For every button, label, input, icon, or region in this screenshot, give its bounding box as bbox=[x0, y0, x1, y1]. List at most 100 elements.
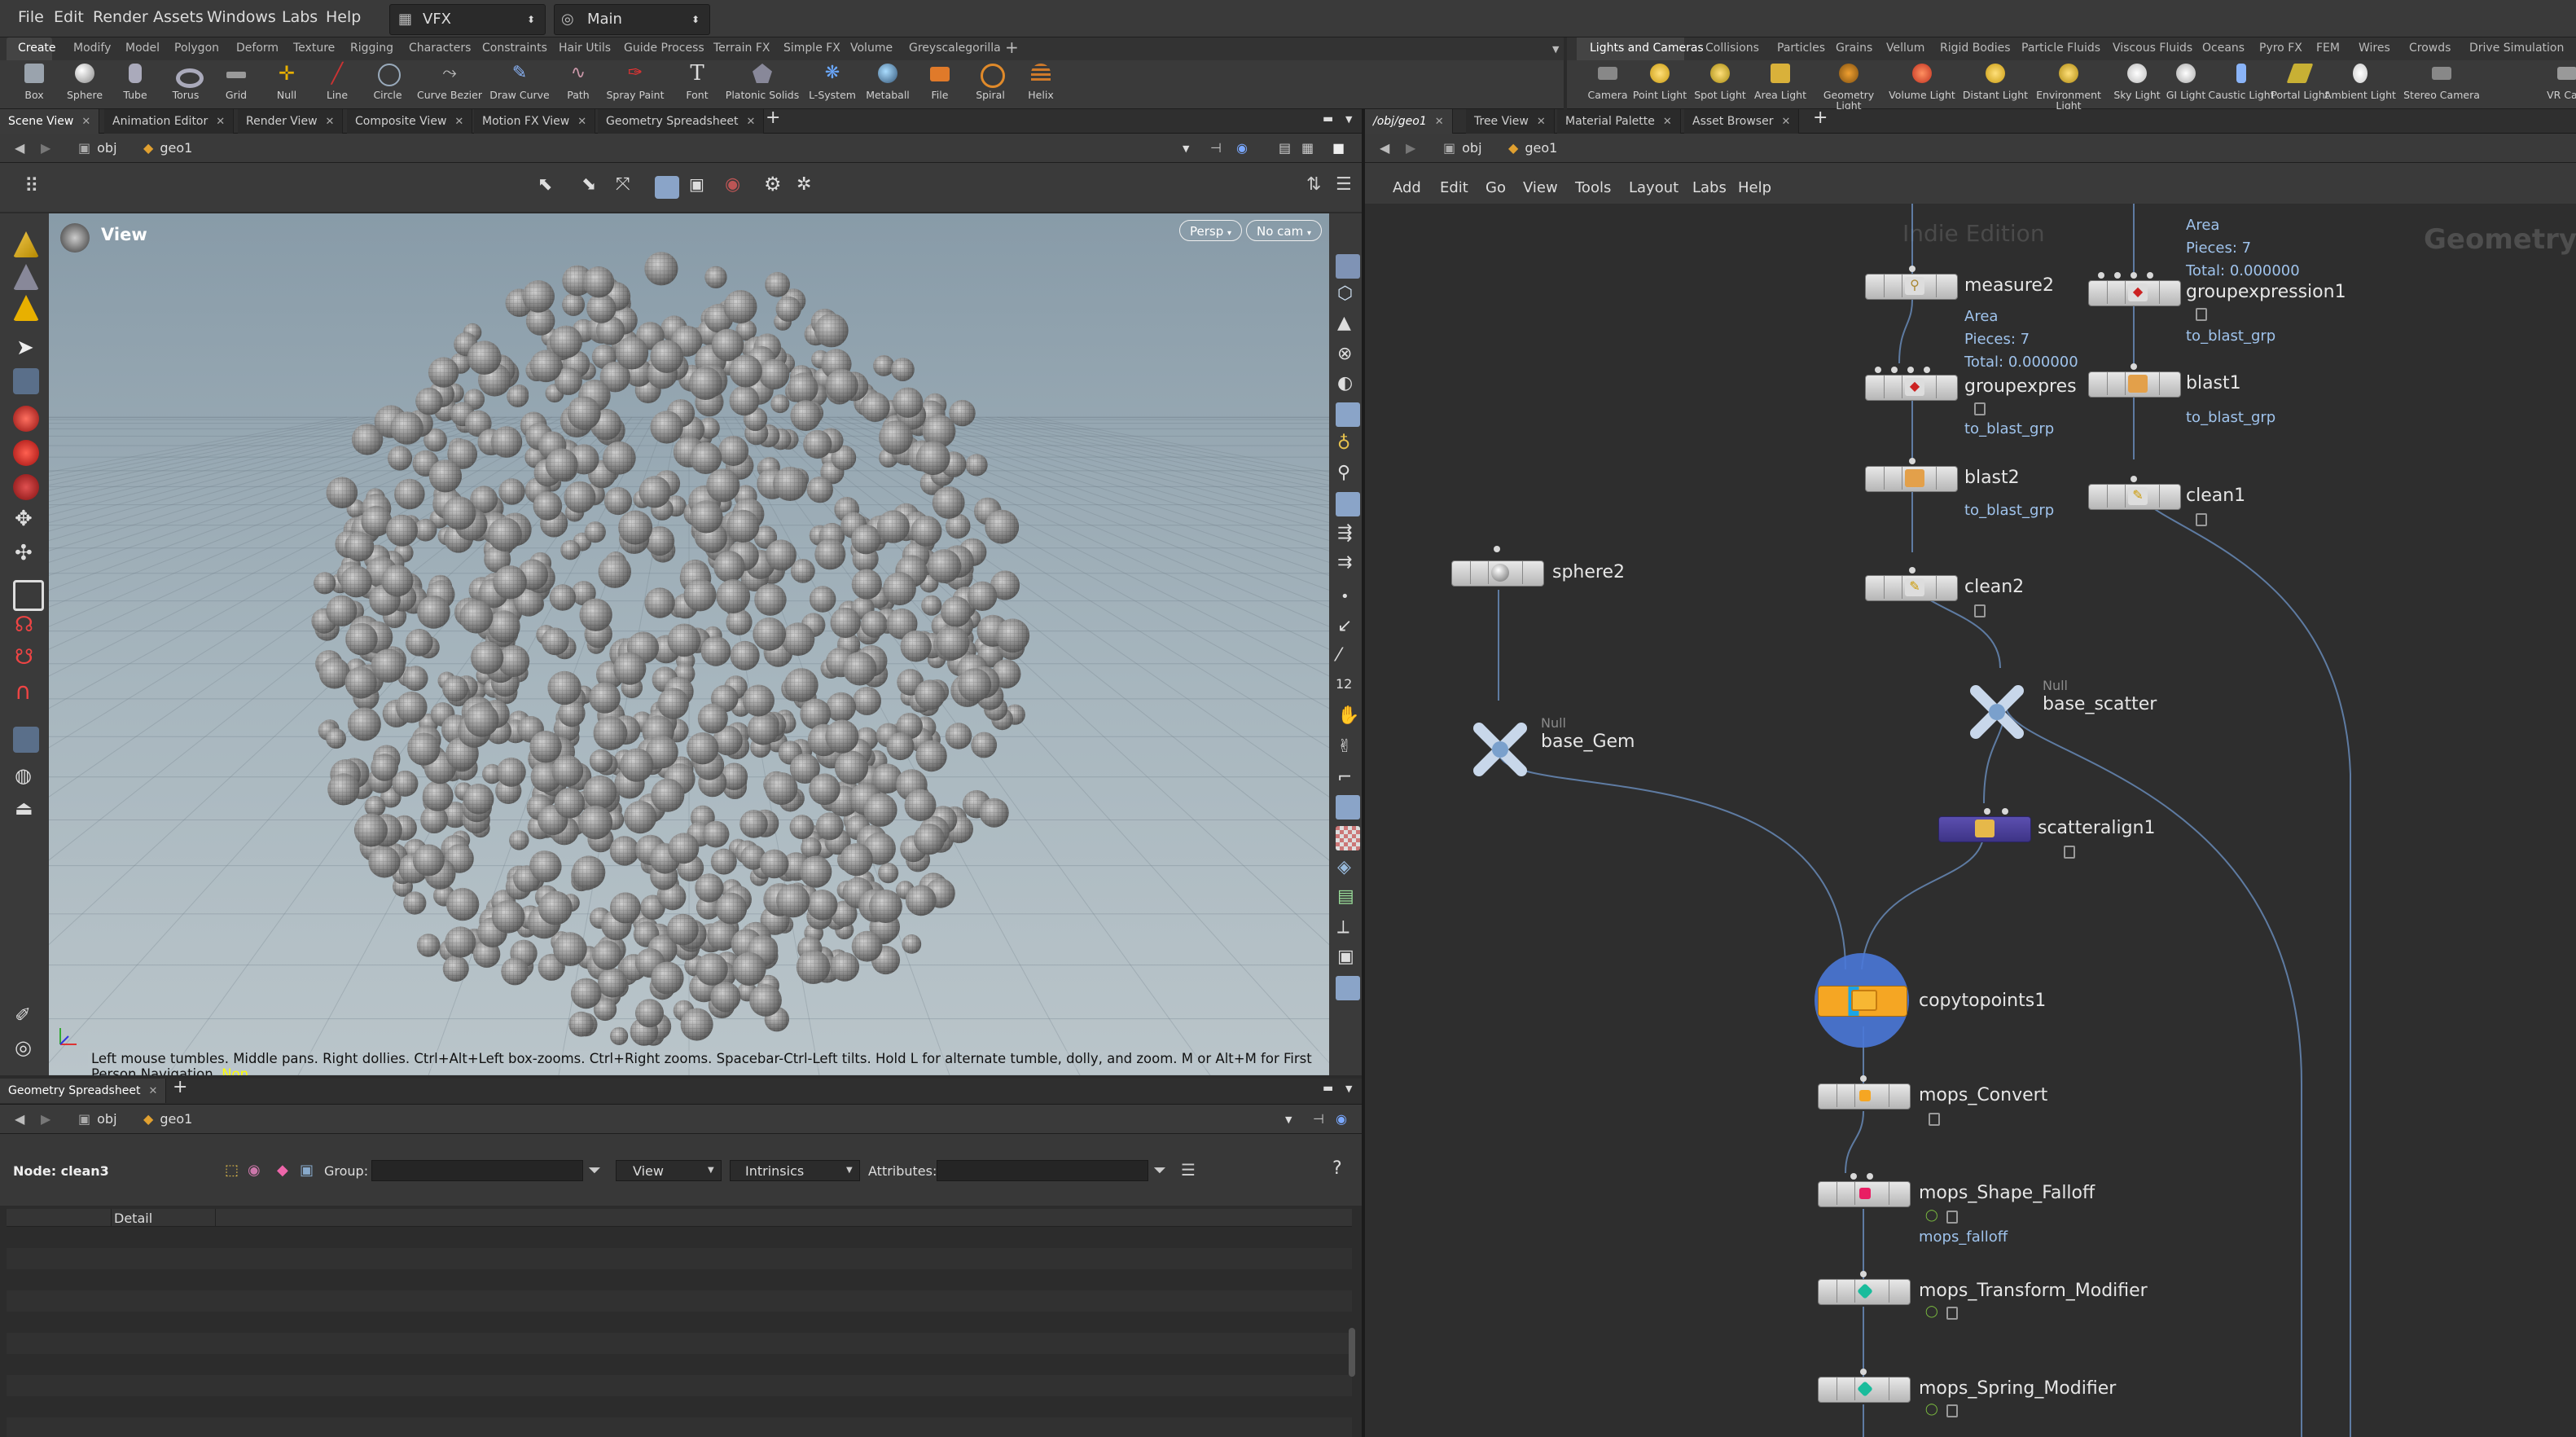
close-icon[interactable]: ✕ bbox=[81, 116, 90, 128]
add-tab-icon[interactable]: + bbox=[173, 1077, 187, 1097]
tool-file[interactable]: File bbox=[917, 60, 963, 109]
select-arrow-icon[interactable]: ➤ bbox=[16, 336, 34, 360]
tab-composite-view[interactable]: Composite View ✕ bbox=[347, 109, 473, 134]
breadcrumb-obj[interactable]: ▣ obj bbox=[78, 140, 117, 158]
columns-icon[interactable]: ☰ bbox=[1181, 1160, 1196, 1180]
view-tool-icon[interactable] bbox=[13, 264, 39, 290]
vertices-icon[interactable]: ◉ bbox=[248, 1162, 261, 1179]
tab-material-palette[interactable]: Material Palette ✕ bbox=[1557, 109, 1681, 134]
primitives-icon[interactable]: ◆ bbox=[277, 1162, 288, 1179]
shelf-tab-rigid-bodies[interactable]: Rigid Bodies bbox=[1940, 42, 2011, 55]
tool-draw-curve[interactable]: ✎ Draw Curve bbox=[489, 60, 550, 109]
light-icon[interactable] bbox=[1336, 402, 1360, 427]
tab-geometry-spreadsheet[interactable]: Geometry Spreadsheet ✕ bbox=[0, 1079, 167, 1103]
shelf-tab-polygon[interactable]: Polygon bbox=[174, 42, 219, 55]
magnet-icon[interactable]: ∩ bbox=[15, 678, 32, 705]
tool-spot-light[interactable]: Spot Light bbox=[1694, 60, 1746, 109]
chevron-down-icon[interactable]: ▼ bbox=[1345, 1083, 1352, 1094]
shelf-tab-lights-cameras[interactable]: Lights and Cameras bbox=[1590, 42, 1704, 55]
node-base-scatter[interactable] bbox=[1964, 679, 2030, 745]
filter-icon[interactable]: ⏷ bbox=[1153, 1160, 1166, 1180]
template-icon[interactable] bbox=[1336, 492, 1360, 516]
add-tab-icon[interactable]: + bbox=[766, 108, 780, 128]
bounding-icon[interactable]: ⌐ bbox=[1337, 767, 1352, 788]
snapshot-icon[interactable]: ▦ bbox=[1301, 140, 1314, 158]
menu-layout[interactable]: Layout bbox=[1629, 179, 1679, 196]
shelf-tab-model[interactable]: Model bbox=[125, 42, 160, 55]
tool-helix[interactable]: Helix bbox=[1018, 60, 1064, 109]
add-tab-icon[interactable]: + bbox=[1813, 108, 1828, 128]
detail-icon[interactable]: ▣ bbox=[300, 1162, 314, 1179]
tool-sphere[interactable]: Sphere bbox=[62, 60, 108, 109]
texture-icon[interactable] bbox=[1336, 826, 1360, 850]
shelf-tab-particle-fluids[interactable]: Particle Fluids bbox=[2021, 42, 2100, 55]
shelf-tab-crowds[interactable]: Crowds bbox=[2409, 42, 2451, 55]
menu-edit[interactable]: Edit bbox=[54, 8, 84, 26]
menu-go[interactable]: Go bbox=[1485, 179, 1506, 196]
menu-assets[interactable]: Assets bbox=[153, 8, 204, 26]
tool-curve-bezier[interactable]: ⤳ Curve Bezier bbox=[417, 60, 482, 109]
point-numbers-icon[interactable]: ✋ bbox=[1337, 705, 1359, 726]
shelf-tab-terrain-fx[interactable]: Terrain FX bbox=[713, 42, 770, 55]
brush-icon[interactable]: ☋ bbox=[15, 645, 33, 670]
shelf-tab-create[interactable]: Create bbox=[18, 42, 56, 55]
tool-stereo-camera[interactable]: Stereo Camera bbox=[2403, 60, 2480, 109]
network-editor[interactable]: Indie Edition Geometry ⚲ measure2 Area P… bbox=[1365, 204, 2576, 1437]
tool-torus[interactable]: Torus bbox=[163, 60, 208, 109]
headlight-icon[interactable]: ⚲ bbox=[1337, 463, 1350, 483]
tool-line[interactable]: ╱ Line bbox=[314, 60, 360, 109]
pin-icon[interactable]: ⊣ bbox=[1313, 1111, 1324, 1129]
tool-tube[interactable]: Tube bbox=[112, 60, 158, 109]
tool-metaball[interactable]: Metaball bbox=[865, 60, 911, 109]
group-input[interactable] bbox=[371, 1160, 583, 1181]
node-blast1[interactable] bbox=[2088, 371, 2181, 398]
menu-render[interactable]: Render bbox=[93, 8, 148, 26]
image-icon[interactable] bbox=[1336, 976, 1360, 1000]
shelf-tab-guide-process[interactable]: Guide Process bbox=[624, 42, 704, 55]
back-arrow-icon[interactable]: ◀ bbox=[15, 1111, 24, 1129]
tab-scene-view[interactable]: Scene View ✕ bbox=[0, 109, 100, 134]
breadcrumb-geo1[interactable]: ◆ geo1 bbox=[1508, 140, 1557, 158]
tool-null[interactable]: ✛ Null bbox=[264, 60, 309, 109]
shading-icon[interactable]: ◐ bbox=[1337, 373, 1353, 393]
maximize-icon[interactable]: ▬ bbox=[1323, 112, 1333, 125]
forward-arrow-icon[interactable]: ▶ bbox=[41, 140, 50, 158]
tool-grid[interactable]: Grid bbox=[213, 60, 259, 109]
node-measure2[interactable]: ⚲ bbox=[1865, 274, 1958, 300]
filter-icon[interactable]: ⏷ bbox=[588, 1160, 601, 1180]
tab-tree-view[interactable]: Tree View ✕ bbox=[1466, 109, 1555, 134]
pose-tool-icon[interactable] bbox=[13, 295, 39, 321]
tool-gi-light[interactable]: GI Light bbox=[2163, 60, 2209, 109]
forward-arrow-icon[interactable]: ▶ bbox=[41, 1111, 50, 1129]
persp-menu[interactable]: Persp ▾ bbox=[1179, 220, 1243, 241]
tool-point-light[interactable]: Point Light bbox=[1633, 60, 1687, 109]
shelf-tab-wires[interactable]: Wires bbox=[2359, 42, 2390, 55]
close-icon[interactable]: ✕ bbox=[216, 116, 225, 128]
tab-motion-fx-view[interactable]: Motion FX View ✕ bbox=[474, 109, 596, 134]
safe-area-icon[interactable]: ▣ bbox=[1337, 947, 1354, 967]
menu-tools[interactable]: Tools bbox=[1575, 179, 1611, 196]
tab-animation-editor[interactable]: Animation Editor ✕ bbox=[104, 109, 235, 134]
tab-render-view[interactable]: Render View ✕ bbox=[238, 109, 344, 134]
lasso-icon[interactable]: ☊ bbox=[15, 613, 33, 637]
shelf-tab-volume[interactable]: Volume bbox=[850, 42, 893, 55]
node-mops-convert[interactable] bbox=[1818, 1083, 1911, 1110]
snap-icon[interactable] bbox=[13, 727, 39, 753]
tool-distant-light[interactable]: Distant Light bbox=[1963, 60, 2028, 109]
background-icon[interactable] bbox=[1336, 795, 1360, 820]
tool-sky-light[interactable]: Sky Light bbox=[2113, 60, 2161, 109]
menu-labs[interactable]: Labs bbox=[282, 8, 318, 26]
box-select-icon[interactable] bbox=[13, 580, 44, 611]
chevron-down-icon[interactable]: ▼ bbox=[1285, 1114, 1292, 1132]
display-icon[interactable]: ▤ bbox=[1279, 140, 1291, 158]
shelf-tab-viscous-fluids[interactable]: Viscous Fluids bbox=[2113, 42, 2192, 55]
tool-l-system[interactable]: ❋ L-System bbox=[809, 60, 856, 109]
tab-asset-browser[interactable]: Asset Browser ✕ bbox=[1684, 109, 1800, 134]
tool-spiral[interactable]: Spiral bbox=[968, 60, 1013, 109]
node-base-gem[interactable] bbox=[1468, 717, 1533, 782]
tool-camera[interactable]: Camera bbox=[1585, 60, 1630, 109]
forward-arrow-icon[interactable]: ▶ bbox=[1406, 140, 1415, 158]
display-points-icon[interactable] bbox=[1336, 254, 1360, 279]
close-icon[interactable]: ✕ bbox=[746, 116, 755, 128]
select-icon[interactable]: ⬉ bbox=[538, 174, 552, 195]
